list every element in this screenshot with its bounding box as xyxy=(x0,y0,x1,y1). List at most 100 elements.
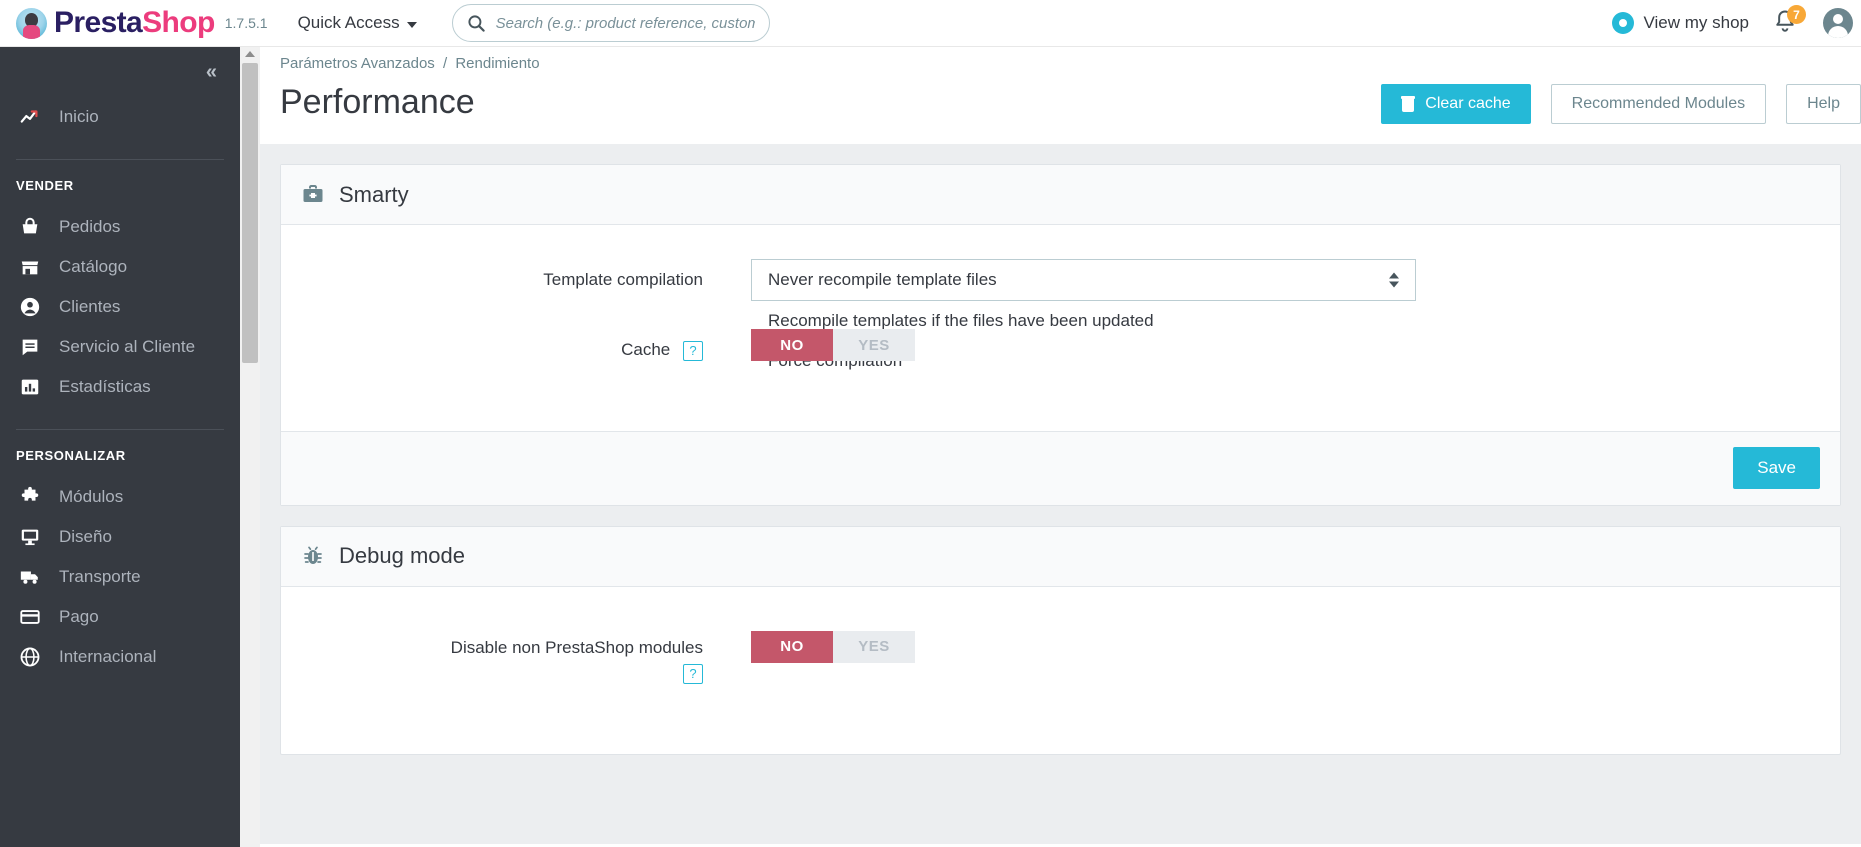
disable-modules-toggle[interactable]: NO YES xyxy=(751,630,915,663)
header-right-cluster: View my shop 7 xyxy=(1612,5,1861,38)
sidebar-collapse-button[interactable]: « xyxy=(0,47,240,97)
clear-cache-button[interactable]: Clear cache xyxy=(1381,84,1531,124)
sidebar-item-label: Clientes xyxy=(59,297,121,316)
credit-card-icon xyxy=(18,606,42,628)
sidebar-item-label: Pedidos xyxy=(59,217,121,236)
clear-cache-label: Clear cache xyxy=(1425,95,1511,112)
help-label: Help xyxy=(1807,95,1840,112)
scrollbar-thumb[interactable] xyxy=(242,63,258,363)
help-button[interactable]: Help xyxy=(1786,84,1861,124)
recommended-modules-label: Recommended Modules xyxy=(1571,95,1746,112)
template-compilation-label: Template compilation xyxy=(543,270,703,289)
store-icon xyxy=(18,256,42,278)
smarty-panel-header: Smarty xyxy=(281,165,1840,225)
view-my-shop-link[interactable]: View my shop xyxy=(1612,12,1749,34)
template-compilation-row: Template compilation Never recompile tem… xyxy=(301,259,1820,370)
basket-icon xyxy=(18,216,42,238)
bug-icon xyxy=(301,544,325,568)
sidebar-item-label: Catálogo xyxy=(59,257,128,276)
main-sidebar: « Inicio VENDER Pedidos Catálogo Cliente… xyxy=(0,47,240,847)
sidebar-item-label: Servicio al Cliente xyxy=(59,337,196,356)
sidebar-item-clientes[interactable]: Clientes xyxy=(0,287,240,327)
breadcrumb-separator: / xyxy=(442,55,448,72)
page-toolbar: Clear cache Recommended Modules Help xyxy=(1381,84,1861,124)
brand-block[interactable]: PrestaShop 1.7.5.1 xyxy=(0,7,268,39)
smarty-panel-title: Smarty xyxy=(339,181,409,207)
scroll-up-arrow-icon[interactable] xyxy=(245,51,255,57)
help-tooltip-icon[interactable]: ? xyxy=(683,663,703,684)
sidebar-item-estadisticas[interactable]: Estadísticas xyxy=(0,367,240,407)
save-button[interactable]: Save xyxy=(1733,447,1820,489)
sidebar-item-label: Internacional xyxy=(59,647,157,666)
avatar[interactable] xyxy=(1823,8,1853,38)
sidebar-item-servicio-al-cliente[interactable]: Servicio al Cliente xyxy=(0,327,240,367)
sidebar-item-transporte[interactable]: Transporte xyxy=(0,557,240,597)
sidebar-item-internacional[interactable]: Internacional xyxy=(0,637,240,677)
sidebar-group-title-personalizar: PERSONALIZAR xyxy=(16,448,126,463)
chat-icon xyxy=(18,336,42,358)
chevron-updown-icon xyxy=(1389,272,1399,288)
quick-access-menu[interactable]: Quick Access xyxy=(298,13,417,33)
chevron-down-icon xyxy=(406,21,417,28)
search-box[interactable] xyxy=(451,4,770,42)
cache-toggle[interactable]: NO YES xyxy=(751,329,915,361)
notifications-button[interactable]: 7 xyxy=(1771,5,1806,38)
sidebar-item-label: Inicio xyxy=(59,107,99,126)
sidebar-item-modulos[interactable]: Módulos xyxy=(0,477,240,517)
chevron-double-left-icon: « xyxy=(205,60,217,83)
bar-chart-icon xyxy=(18,376,42,398)
page-scrollbar[interactable] xyxy=(240,47,260,847)
brand-secondary-text: Shop xyxy=(142,6,215,39)
monitor-icon xyxy=(18,526,42,548)
cache-label: Cache xyxy=(621,340,671,359)
truck-icon xyxy=(18,566,42,588)
template-compilation-selected-value: Never recompile template files xyxy=(768,270,997,289)
toolbox-icon xyxy=(301,183,325,207)
version-label: 1.7.5.1 xyxy=(224,15,268,31)
prestashop-logo-icon xyxy=(16,7,47,39)
sidebar-item-diseno[interactable]: Diseño xyxy=(0,517,240,557)
sidebar-item-catalogo[interactable]: Catálogo xyxy=(0,247,240,287)
search-icon xyxy=(468,14,485,32)
page-title: Performance xyxy=(280,83,475,121)
view-my-shop-label: View my shop xyxy=(1643,13,1749,32)
cache-toggle-no[interactable]: NO xyxy=(751,329,833,361)
disable-modules-row: Disable non PrestaShop modules ? NO YES xyxy=(301,630,1820,686)
recommended-modules-button[interactable]: Recommended Modules xyxy=(1550,84,1767,124)
help-tooltip-icon[interactable]: ? xyxy=(683,340,703,361)
disable-modules-toggle-no[interactable]: NO xyxy=(751,630,833,663)
trend-up-icon xyxy=(18,106,42,128)
trash-icon xyxy=(1401,96,1416,112)
brand-wordmark: PrestaShop xyxy=(54,8,215,38)
brand-primary-text: Presta xyxy=(54,6,143,39)
notification-badge: 7 xyxy=(1787,5,1806,24)
disable-modules-toggle-yes[interactable]: YES xyxy=(833,630,915,663)
debug-mode-panel-body: Disable non PrestaShop modules ? NO YES xyxy=(281,587,1840,754)
main-content: Parámetros Avanzados / Rendimiento Perfo… xyxy=(260,47,1861,847)
disable-modules-label-wrap: Disable non PrestaShop modules ? xyxy=(301,631,751,686)
breadcrumb: Parámetros Avanzados / Rendimiento xyxy=(260,47,1861,72)
sidebar-item-inicio[interactable]: Inicio xyxy=(0,97,240,137)
sidebar-item-pedidos[interactable]: Pedidos xyxy=(0,207,240,247)
quick-access-label: Quick Access xyxy=(297,13,400,32)
breadcrumb-parent[interactable]: Parámetros Avanzados xyxy=(280,55,435,72)
debug-mode-panel-title: Debug mode xyxy=(339,543,465,568)
cache-toggle-yes[interactable]: YES xyxy=(833,329,915,361)
template-compilation-field: Never recompile template files Recompile… xyxy=(751,259,1820,370)
debug-mode-panel: Debug mode Disable non PrestaShop module… xyxy=(280,525,1841,755)
sidebar-divider-2 xyxy=(16,429,224,430)
sidebar-divider-1 xyxy=(16,159,224,160)
sidebar-item-label: Módulos xyxy=(59,487,124,506)
debug-mode-panel-header: Debug mode xyxy=(281,526,1840,587)
template-compilation-select[interactable]: Never recompile template files xyxy=(751,259,1416,301)
smarty-panel-body: Template compilation Never recompile tem… xyxy=(281,225,1840,431)
sidebar-item-label: Transporte xyxy=(59,567,141,586)
sidebar-item-label: Diseño xyxy=(59,527,112,546)
globe-icon xyxy=(18,646,42,668)
sidebar-item-pago[interactable]: Pago xyxy=(0,597,240,637)
eye-icon xyxy=(1612,12,1635,34)
cache-label-wrap: Cache ? xyxy=(301,329,751,363)
search-input[interactable] xyxy=(495,14,755,32)
breadcrumb-current[interactable]: Rendimiento xyxy=(455,55,539,72)
top-header: PrestaShop 1.7.5.1 Quick Access View my … xyxy=(0,0,1861,47)
